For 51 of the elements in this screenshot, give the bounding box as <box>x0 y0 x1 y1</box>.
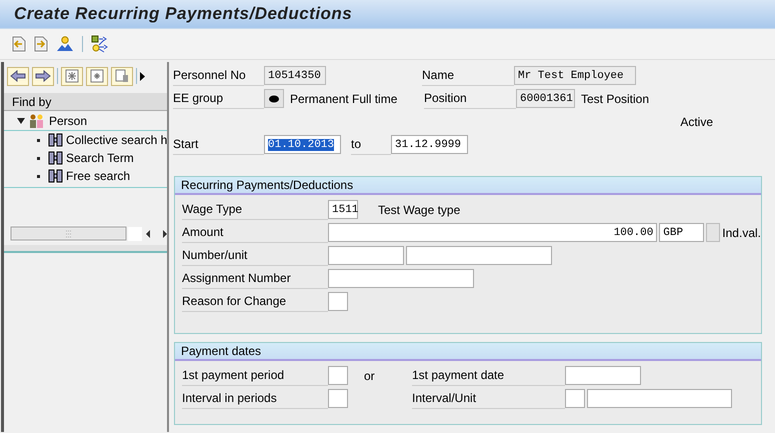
input-field[interactable] <box>328 366 348 385</box>
field-text: Test Wage type <box>378 202 460 216</box>
input-field[interactable]: 10514350 <box>264 66 326 85</box>
expand-button[interactable] <box>61 66 83 86</box>
bullet-icon <box>37 174 40 178</box>
delete-button[interactable] <box>111 66 133 86</box>
tree-item[interactable]: Collective search h <box>66 133 167 147</box>
window-title: Create Recurring Payments/Deductions <box>14 4 352 24</box>
input-field[interactable]: Mr Test Employee <box>514 66 636 85</box>
input-field[interactable] <box>565 389 585 408</box>
tree-item[interactable]: Person <box>49 114 88 128</box>
field-text: Permanent Full time <box>290 92 398 106</box>
field-text: or <box>364 368 376 382</box>
input-field[interactable] <box>328 389 348 408</box>
bullet-icon <box>37 138 40 142</box>
field-text: Active <box>680 114 713 128</box>
bullet-icon <box>37 156 40 160</box>
previous-page-icon[interactable] <box>12 36 26 52</box>
tree-item[interactable]: Search Term <box>66 151 134 165</box>
collapse-icon[interactable] <box>17 117 25 125</box>
more-icon[interactable] <box>140 72 145 80</box>
binoculars-icon <box>48 151 63 165</box>
input-field[interactable]: GBP <box>659 223 704 242</box>
input-field[interactable]: 01.10.2013 <box>264 135 341 154</box>
tree-item[interactable]: Free search <box>66 169 130 183</box>
field-text: Test Position <box>581 92 650 106</box>
input-field[interactable]: 100.00 <box>328 223 658 242</box>
next-page-icon[interactable] <box>34 36 48 52</box>
input-field[interactable] <box>328 269 474 288</box>
input-field[interactable] <box>328 246 404 265</box>
section-title: Recurring Payments/Deductions <box>181 178 354 192</box>
shape-icon <box>269 94 279 102</box>
field-text: Ind.val. <box>722 226 761 240</box>
forward-button[interactable] <box>32 66 54 86</box>
input-field[interactable] <box>264 89 284 108</box>
splitter-bar[interactable] <box>4 245 167 253</box>
input-field[interactable] <box>328 292 348 311</box>
input-field[interactable]: 1511 <box>328 200 358 219</box>
input-field[interactable]: 60001361 <box>516 89 575 108</box>
collapse-button[interactable] <box>86 66 108 86</box>
input-field[interactable]: 31.12.9999 <box>391 135 468 154</box>
input-field[interactable] <box>587 389 732 408</box>
back-button[interactable] <box>7 66 29 86</box>
people-icon <box>28 114 46 128</box>
input-field[interactable] <box>406 246 552 265</box>
binoculars-icon <box>48 133 63 147</box>
input-field[interactable] <box>706 223 720 242</box>
section-title: Payment dates <box>181 344 262 358</box>
column-header: Find by <box>12 94 52 108</box>
binoculars-icon <box>48 169 63 183</box>
input-field[interactable] <box>565 366 641 385</box>
